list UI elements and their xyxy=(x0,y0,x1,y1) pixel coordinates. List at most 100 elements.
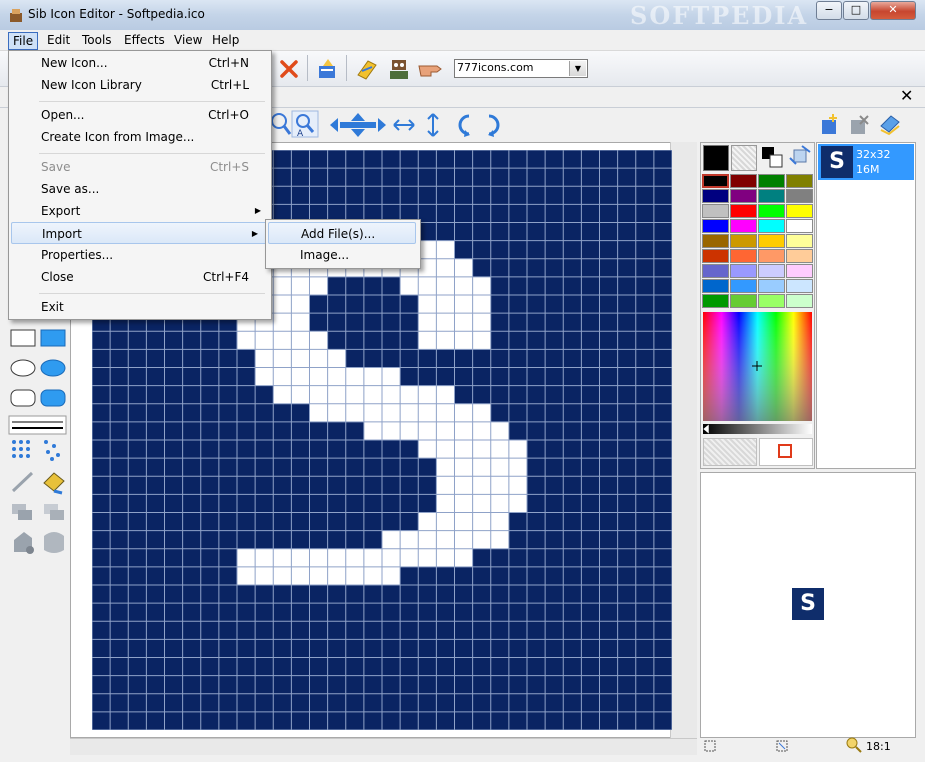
add-format-icon[interactable] xyxy=(818,112,840,136)
letter-pixel xyxy=(363,548,382,567)
site-combo[interactable]: 777icons.com ▼ xyxy=(454,59,588,78)
primary-color-swatch[interactable] xyxy=(703,145,729,171)
palette-swatch[interactable] xyxy=(758,219,785,233)
menu-file[interactable]: File xyxy=(8,32,39,50)
menu-item-save[interactable]: Save Ctrl+S xyxy=(9,156,269,178)
menu-item-import-image[interactable]: Image... xyxy=(266,244,418,266)
palette-swatch[interactable] xyxy=(702,219,729,233)
close-document-icon[interactable]: ✕ xyxy=(900,88,913,104)
palette-swatch[interactable] xyxy=(758,234,785,248)
palette-swatch[interactable] xyxy=(758,204,785,218)
palette-swatch[interactable] xyxy=(702,264,729,278)
vertical-scrollbar[interactable] xyxy=(670,142,697,738)
palette-swatch[interactable] xyxy=(758,174,785,188)
palette-swatch[interactable] xyxy=(702,204,729,218)
transparent-color-button[interactable] xyxy=(703,438,757,466)
zoom-fit-icon[interactable]: A xyxy=(291,110,319,138)
zoom-out-icon[interactable] xyxy=(270,112,292,136)
select-copy-tools[interactable] xyxy=(10,500,68,526)
format-properties-icon[interactable] xyxy=(878,112,902,136)
default-colors-icon[interactable] xyxy=(788,144,812,168)
inverse-color-button[interactable] xyxy=(759,438,813,466)
menu-help[interactable]: Help xyxy=(208,32,243,48)
menu-item-new-icon-library[interactable]: New Icon Library Ctrl+L xyxy=(9,74,269,96)
palette-swatch[interactable] xyxy=(786,174,813,188)
pointing-hand-icon[interactable] xyxy=(417,58,443,80)
letter-pixel xyxy=(436,530,455,549)
letter-pixel xyxy=(436,440,455,459)
letter-pixel xyxy=(490,530,509,549)
paste-icon[interactable] xyxy=(315,56,341,82)
palette-swatch[interactable] xyxy=(702,234,729,248)
menu-item-new-icon[interactable]: New Icon... Ctrl+N xyxy=(9,52,269,74)
menu-item-open[interactable]: Open... Ctrl+O xyxy=(9,104,269,126)
maximize-button[interactable]: □ xyxy=(843,1,869,20)
magic-wand-icon[interactable] xyxy=(354,55,380,81)
palette-swatch[interactable] xyxy=(702,174,729,188)
line-and-fill-tools[interactable] xyxy=(10,469,68,495)
palette-swatch[interactable] xyxy=(786,204,813,218)
move-arrows-icon[interactable] xyxy=(328,112,388,138)
palette-swatch[interactable] xyxy=(730,189,757,203)
palette-swatch[interactable] xyxy=(758,279,785,293)
close-button[interactable]: ✕ xyxy=(870,1,916,20)
palette-swatch[interactable] xyxy=(786,249,813,263)
menu-item-export[interactable]: Export ▶ xyxy=(9,200,269,222)
palette-swatch[interactable] xyxy=(730,249,757,263)
flip-vertical-icon[interactable] xyxy=(424,112,442,138)
delete-format-icon[interactable] xyxy=(848,112,870,136)
palette-swatch[interactable] xyxy=(702,279,729,293)
palette-swatch[interactable] xyxy=(730,174,757,188)
palette-swatch[interactable] xyxy=(758,294,785,308)
palette-swatch[interactable] xyxy=(730,279,757,293)
palette-swatch[interactable] xyxy=(786,294,813,308)
palette-swatch[interactable] xyxy=(758,264,785,278)
menu-item-close[interactable]: Close Ctrl+F4 xyxy=(9,266,269,288)
menu-effects[interactable]: Effects xyxy=(120,32,169,48)
menu-view[interactable]: View xyxy=(170,32,206,48)
menu-item-properties[interactable]: Properties... xyxy=(9,244,269,266)
rotate-left-icon[interactable] xyxy=(453,112,475,138)
palette-swatch[interactable] xyxy=(702,294,729,308)
palette-swatch[interactable] xyxy=(786,189,813,203)
shape-tools[interactable] xyxy=(8,328,68,424)
palette-swatch[interactable] xyxy=(730,264,757,278)
palette-swatch[interactable] xyxy=(786,264,813,278)
letter-pixel xyxy=(291,367,310,386)
palette-swatch[interactable] xyxy=(730,204,757,218)
palette-swatch[interactable] xyxy=(786,219,813,233)
palette-swatch[interactable] xyxy=(730,234,757,248)
spray-tools[interactable] xyxy=(10,438,68,464)
chevron-down-icon[interactable]: ▼ xyxy=(569,61,586,76)
menu-item-import[interactable]: Import ▶ xyxy=(11,222,267,244)
palette-swatch[interactable] xyxy=(758,249,785,263)
menu-edit[interactable]: Edit xyxy=(43,32,74,48)
menu-separator xyxy=(39,293,265,294)
menu-item-create-from-image[interactable]: Create Icon from Image... xyxy=(9,126,269,148)
robot-icon[interactable] xyxy=(385,54,413,82)
palette-swatches[interactable] xyxy=(702,174,814,310)
stamp-tools[interactable] xyxy=(10,528,68,556)
menu-item-save-as[interactable]: Save as... xyxy=(9,178,269,200)
letter-pixel xyxy=(436,403,455,422)
palette-swatch[interactable] xyxy=(730,294,757,308)
palette-swatch[interactable] xyxy=(786,279,813,293)
rotate-right-icon[interactable] xyxy=(483,112,505,138)
cut-icon[interactable] xyxy=(277,57,301,81)
swap-colors-icon[interactable] xyxy=(761,146,783,168)
palette-swatch[interactable] xyxy=(758,189,785,203)
letter-pixel xyxy=(472,403,491,422)
color-spectrum-picker[interactable] xyxy=(703,312,812,421)
palette-swatch[interactable] xyxy=(730,219,757,233)
submenu-arrow-icon: ▶ xyxy=(251,229,258,238)
menu-item-exit[interactable]: Exit xyxy=(9,296,269,318)
minimize-button[interactable]: − xyxy=(816,1,842,20)
menu-item-add-files[interactable]: Add File(s)... xyxy=(268,222,416,244)
palette-swatch[interactable] xyxy=(702,189,729,203)
secondary-color-swatch[interactable] xyxy=(731,145,757,171)
palette-swatch[interactable] xyxy=(786,234,813,248)
menu-tools[interactable]: Tools xyxy=(78,32,116,48)
flip-horizontal-icon[interactable] xyxy=(392,116,416,134)
palette-swatch[interactable] xyxy=(702,249,729,263)
brightness-slider[interactable] xyxy=(703,424,812,434)
